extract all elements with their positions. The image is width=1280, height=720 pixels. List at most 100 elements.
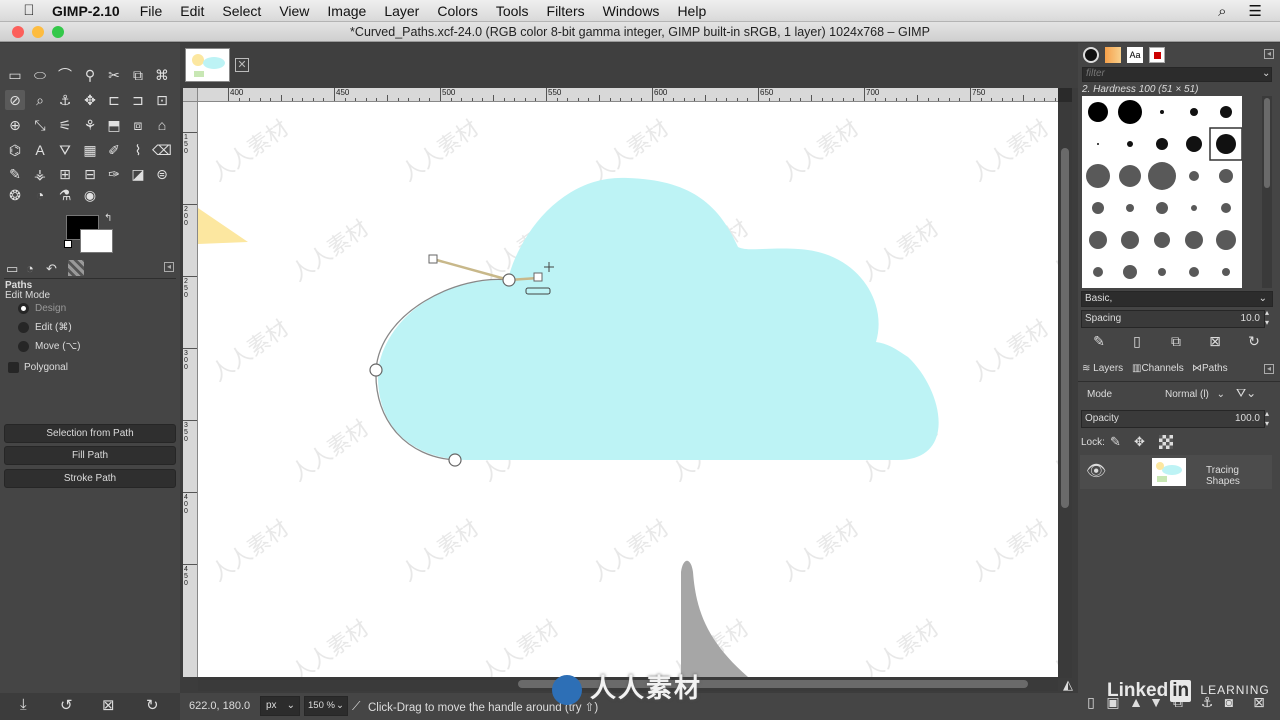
spacing-slider[interactable]: Spacing 10.0 [1081, 310, 1265, 328]
default-colors-icon[interactable] [64, 240, 72, 248]
brush-preview[interactable] [1220, 106, 1232, 118]
menu-view[interactable]: View [279, 3, 309, 19]
path-anchor[interactable] [448, 453, 462, 467]
composite-mode-icon[interactable]: ⛛⌄ [1236, 386, 1256, 401]
brush-preview[interactable] [1093, 267, 1103, 277]
delete-tool-preset-icon[interactable]: ⊠ [102, 696, 115, 714]
close-image-icon[interactable]: ✕ [235, 58, 249, 72]
tool-icon[interactable]: ◉ [80, 185, 100, 205]
path-handle-square-active[interactable] [533, 272, 543, 282]
brush-preview[interactable] [1191, 205, 1197, 211]
brush-preview[interactable] [1222, 268, 1230, 276]
tool-icon[interactable]: ✑ [104, 164, 124, 184]
tab-paths[interactable]: ⋈Paths [1192, 363, 1228, 374]
opacity-stepper[interactable]: ▴ ▾ [1265, 409, 1269, 429]
tool-icon[interactable]: ⌕ [30, 90, 50, 110]
layer-mode-select[interactable]: Normal (l) ⌄ [1150, 386, 1228, 403]
move-mode-radio[interactable] [18, 341, 29, 352]
tool-icon[interactable]: ✐ [104, 140, 124, 160]
quick-mask-toggle[interactable] [1058, 88, 1072, 102]
spacing-stepper[interactable]: ▴ ▾ [1265, 308, 1269, 328]
reset-tool-options-icon[interactable]: ↻ [146, 696, 159, 714]
fill-path-button[interactable]: Fill Path [4, 446, 176, 465]
new-layer-icon[interactable]: ▯ [1082, 694, 1100, 711]
tool-icon[interactable]: ⤡ [30, 115, 50, 135]
image-thumbnail[interactable] [185, 48, 230, 82]
brush-preview[interactable] [1123, 265, 1137, 279]
brush-preview[interactable] [1097, 143, 1099, 145]
app-menu[interactable]: GIMP-2.10 [52, 3, 120, 19]
stroke-path-button[interactable]: Stroke Path [4, 469, 176, 488]
tool-icon[interactable]: ⚓ [55, 90, 75, 110]
tool-icon[interactable]: ⌫ [152, 140, 172, 160]
menu-select[interactable]: Select [222, 3, 261, 19]
paths-tool-icon[interactable]: ⊘ [5, 90, 25, 110]
menu-image[interactable]: Image [327, 3, 366, 19]
tool-icon[interactable]: ▦ [80, 140, 100, 160]
patterns-tab-icon[interactable] [1105, 47, 1121, 63]
brush-preview[interactable] [1216, 134, 1236, 154]
new-brush-icon[interactable]: ▯ [1128, 333, 1146, 350]
brush-grid[interactable] [1082, 96, 1243, 288]
brush-preview[interactable] [1121, 231, 1139, 249]
brush-preview[interactable] [1126, 204, 1134, 212]
spotlight-search-icon[interactable]: ⌕ [1218, 3, 1226, 20]
tool-icon[interactable]: ⊕ [5, 115, 25, 135]
vertical-ruler[interactable]: 1 5 0 2 0 0 2 5 0 3 0 0 3 5 0 4 0 0 4 5 0 [183, 102, 198, 677]
notification-list-icon[interactable]: ☰ [1249, 2, 1262, 20]
brush-preview[interactable] [1221, 203, 1231, 213]
tool-icon[interactable]: ⬒ [104, 115, 124, 135]
vertical-scrollbar[interactable] [1058, 88, 1072, 678]
design-mode-radio[interactable] [18, 303, 29, 314]
tool-icon[interactable]: ⊐ [128, 90, 148, 110]
tool-icon[interactable]: ⚟ [55, 115, 75, 135]
tool-icon[interactable]: ⌇ [128, 140, 148, 160]
opacity-slider[interactable]: Opacity 100.0 [1081, 410, 1265, 428]
brush-preview[interactable] [1185, 231, 1203, 249]
tool-icon[interactable]: ✥ [80, 90, 100, 110]
brush-preview[interactable] [1156, 202, 1168, 214]
tool-icon[interactable]: ❂ [5, 185, 25, 205]
eye-icon[interactable]: 👁 [1086, 461, 1106, 481]
brush-preview[interactable] [1190, 108, 1198, 116]
selection-from-path-button[interactable]: Selection from Path [4, 424, 176, 443]
tool-icon[interactable]: ⌬ [5, 140, 25, 160]
brush-preview[interactable] [1118, 100, 1142, 124]
edit-mode-radio[interactable] [18, 322, 29, 333]
tool-icon[interactable]: ⊟ [80, 164, 100, 184]
navigate-icon[interactable]: ◭ [1058, 677, 1078, 693]
menu-layer[interactable]: Layer [384, 3, 419, 19]
polygonal-checkbox[interactable] [8, 362, 19, 373]
brush-preview[interactable] [1127, 141, 1133, 147]
brush-preview[interactable] [1119, 165, 1141, 187]
tool-icon[interactable]: ⚶ [30, 164, 50, 184]
layer-row[interactable]: 👁 Tracing Shapes [1080, 455, 1272, 489]
tab-layers[interactable]: ≋ Layers [1082, 363, 1123, 374]
brush-preview[interactable] [1148, 162, 1176, 190]
minimize-window-button[interactable] [32, 26, 44, 38]
tool-icon[interactable]: ◔ [30, 185, 50, 205]
brush-preview[interactable] [1086, 164, 1110, 188]
tool-icon[interactable]: ⊡ [152, 90, 172, 110]
menu-filters[interactable]: Filters [547, 3, 585, 19]
tool-icon[interactable]: ⚘ [80, 115, 100, 135]
brush-preview[interactable] [1156, 138, 1168, 150]
tool-icon[interactable]: ⌒ [55, 65, 75, 85]
menu-edit[interactable]: Edit [180, 3, 204, 19]
menu-tools[interactable]: Tools [496, 3, 529, 19]
tool-icon[interactable]: ◪ [128, 164, 148, 184]
tool-icon[interactable]: ✂ [104, 65, 124, 85]
unit-select[interactable]: px ⌄ [260, 696, 300, 716]
close-window-button[interactable] [12, 26, 24, 38]
undo-history-tab-icon[interactable]: ↶ [46, 261, 57, 277]
zoom-window-button[interactable] [52, 26, 64, 38]
tool-icon[interactable]: ▭ [5, 65, 25, 85]
edit-brush-icon[interactable]: ✎ [1090, 333, 1108, 350]
duplicate-brush-icon[interactable]: ⧉ [1167, 333, 1185, 350]
lock-alpha-icon[interactable] [1159, 435, 1173, 449]
brush-scrollbar[interactable] [1262, 96, 1272, 288]
menu-windows[interactable]: Windows [603, 3, 660, 19]
path-anchor[interactable] [502, 273, 516, 287]
menu-file[interactable]: File [140, 3, 163, 19]
tool-icon[interactable]: ⌂ [152, 115, 172, 135]
